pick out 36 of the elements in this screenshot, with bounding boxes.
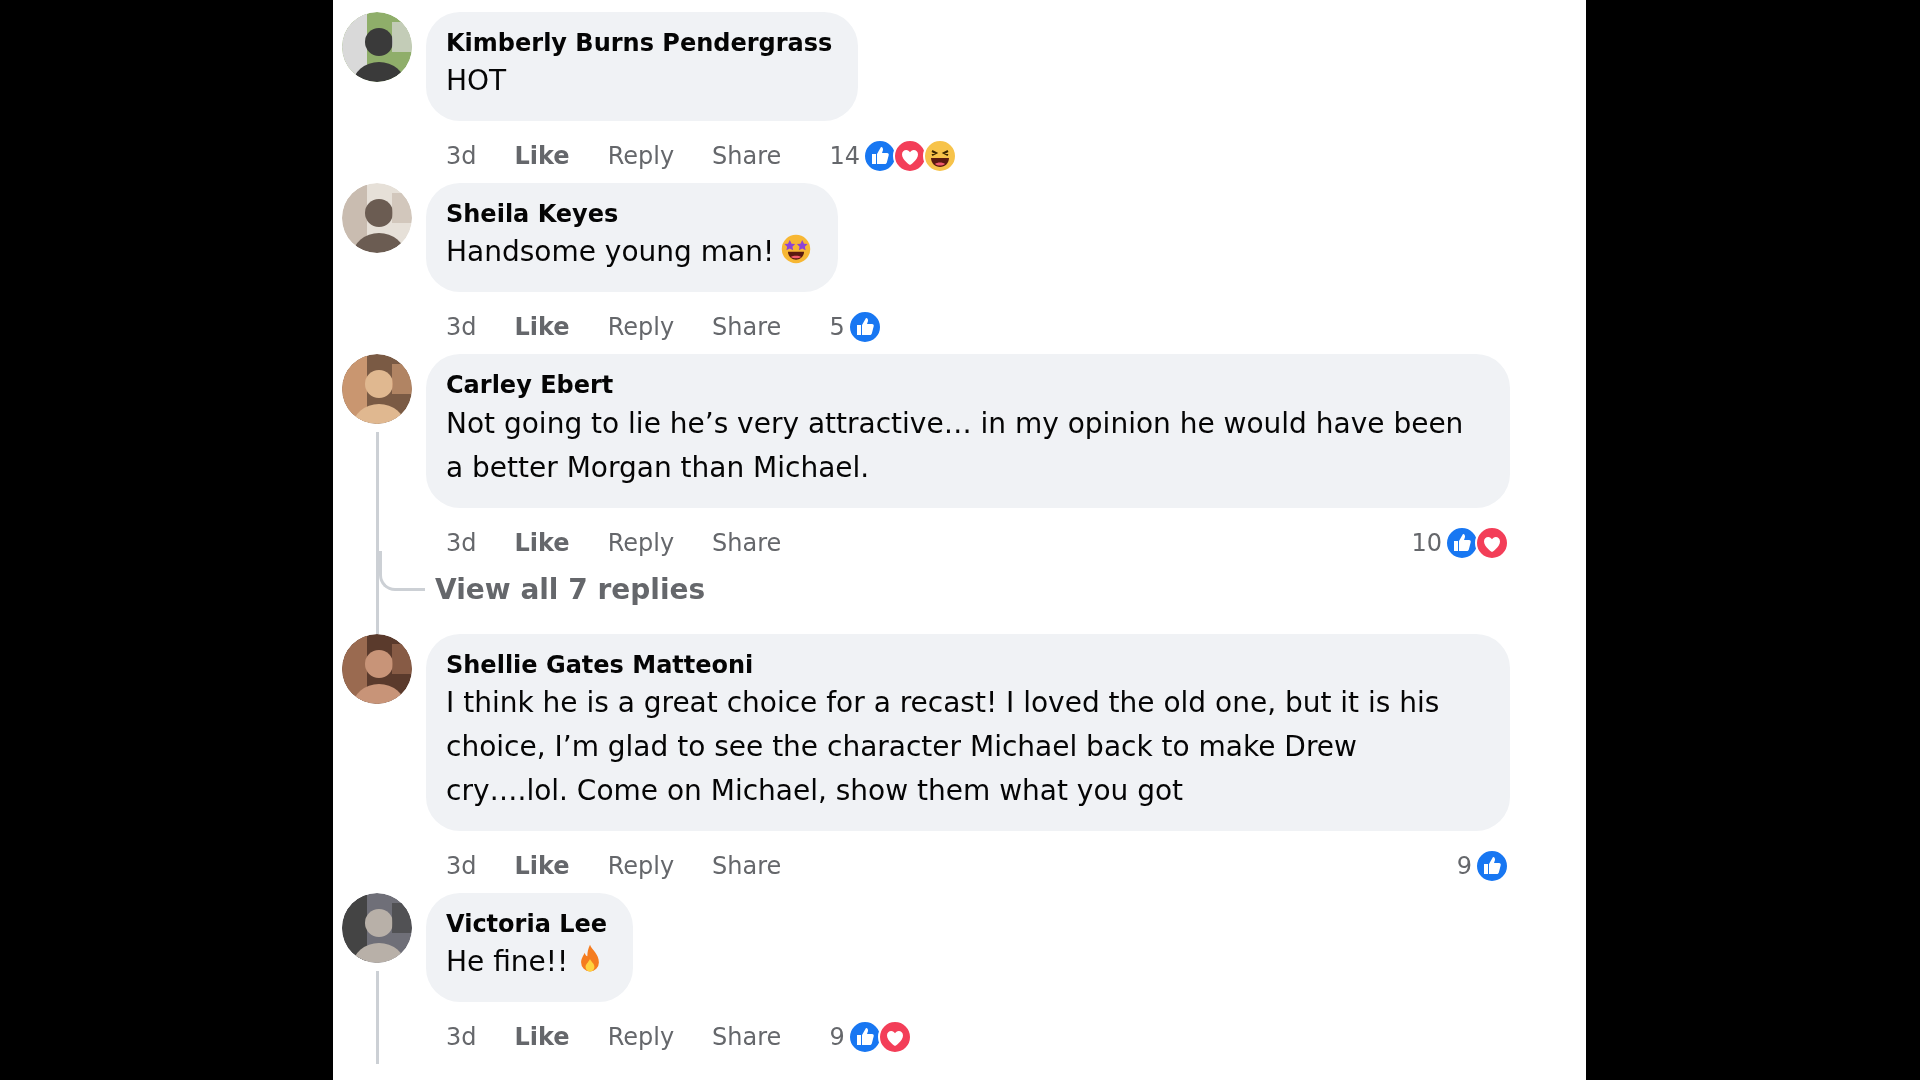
like-link[interactable]: Like xyxy=(514,309,570,346)
comment-text: He fine!! xyxy=(446,944,569,978)
share-link[interactable]: Share xyxy=(712,524,782,561)
reaction-count[interactable]: 9 xyxy=(829,1018,845,1055)
like-link[interactable]: Like xyxy=(514,847,570,884)
timestamp[interactable]: 3d xyxy=(446,847,477,884)
like-link[interactable]: Like xyxy=(514,138,570,175)
reply-link[interactable]: Reply xyxy=(607,1018,675,1055)
reply-link[interactable]: Reply xyxy=(607,309,675,346)
comment-text: Handsome young man! xyxy=(446,235,775,269)
reaction-count[interactable]: 14 xyxy=(829,138,860,175)
reaction-count[interactable]: 5 xyxy=(829,309,845,346)
like-link[interactable]: Like xyxy=(514,1018,570,1055)
timestamp[interactable]: 3d xyxy=(446,138,477,175)
timestamp[interactable]: 3d xyxy=(446,1018,477,1055)
comment-text: I think he is a great choice for a recast! I loved the old one, but it is his choice, I’m glad to see the character Michael back to make Drew cry….lol. Come on Michael, show them what you got xyxy=(446,685,1440,807)
share-link[interactable]: Share xyxy=(712,138,782,175)
author-name[interactable]: Sheila Keyes xyxy=(446,199,813,231)
reaction-count[interactable]: 10 xyxy=(1411,524,1442,561)
share-link[interactable]: Share xyxy=(712,1018,782,1055)
author-name[interactable]: Kimberly Burns Pendergrass xyxy=(446,28,833,60)
view-replies-link[interactable]: View all 7 replies xyxy=(425,575,706,604)
reply-link[interactable]: Reply xyxy=(607,138,675,175)
reply-link[interactable]: Reply xyxy=(607,847,675,884)
like-link[interactable]: Like xyxy=(514,524,570,561)
reaction-count[interactable]: 9 xyxy=(1456,847,1472,884)
author-name[interactable]: Shellie Gates Matteoni xyxy=(446,649,1484,681)
author-name[interactable]: Carley Ebert xyxy=(446,370,1484,402)
author-name[interactable]: Victoria Lee xyxy=(446,908,608,940)
comment-text: Not going to lie he’s very attractive… in my opinion he would have been a better Morgan than Michael. xyxy=(446,406,1464,484)
comment-text: HOT xyxy=(446,64,507,98)
share-link[interactable]: Share xyxy=(712,309,782,346)
share-link[interactable]: Share xyxy=(712,847,782,884)
reply-link[interactable]: Reply xyxy=(607,524,675,561)
timestamp[interactable]: 3d xyxy=(446,309,477,346)
timestamp[interactable]: 3d xyxy=(446,524,477,561)
